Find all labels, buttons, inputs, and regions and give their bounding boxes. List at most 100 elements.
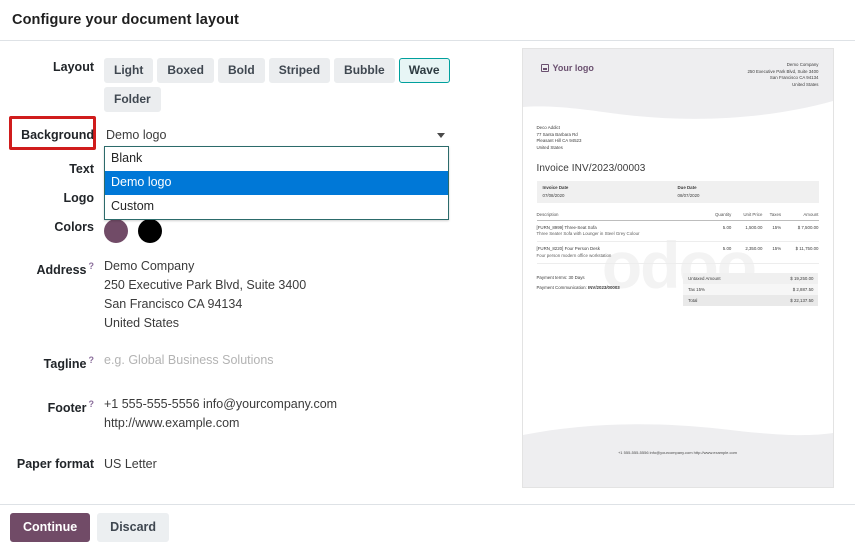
customer-address-line-2: 77 Santa Barbara Rd (536, 131, 578, 137)
total-row-total: Total $ 22,137.50 (683, 295, 819, 307)
line-item-taxes: 15% (762, 220, 782, 243)
preview-footer-text: +1 555-555-5556 info@yourcompany.com htt… (617, 450, 738, 455)
tagline-help-icon[interactable]: ? (89, 355, 95, 365)
total-label: Total (688, 298, 698, 304)
company-address-line-4: United States (792, 81, 819, 87)
address-line-2: 250 Executive Park Blvd, Suite 3400 (104, 278, 307, 292)
preview-logo: Your logo (540, 63, 594, 73)
preview-company-address: Demo Company 250 Executive Park Blvd, Su… (747, 62, 818, 88)
line-item-quantity: 5.00 (704, 220, 732, 243)
document-preview-pane: odoo Your logo Demo Company 250 Executiv… (500, 42, 855, 504)
table-row: [FURN_8220] Four Person Desk Four person… (536, 241, 819, 265)
line-item-description: [FURN_8999] Three-Seat Sofa Three Seater… (536, 220, 705, 243)
customer-address-line-1: Deco Addict (536, 125, 560, 130)
line-item-subdescription: Three Seater Sofa with Lounger in Steel … (536, 231, 640, 237)
footer-help-icon[interactable]: ? (89, 399, 95, 409)
color-swatch-secondary[interactable] (138, 219, 162, 243)
logo-label: Logo (63, 191, 94, 205)
address-value[interactable]: Demo Company 250 Executive Park Blvd, Su… (104, 257, 500, 333)
layout-option-striped[interactable]: Striped (268, 58, 331, 83)
table-row: [FURN_8999] Three-Seat Sofa Three Seater… (536, 220, 819, 243)
layout-settings-form: Layout Light Boxed Bold Striped Bubble W… (0, 42, 500, 504)
address-line-1: Demo Company (104, 259, 195, 273)
preview-line-items-table: Description Quantity Unit Price Taxes Am… (536, 211, 819, 265)
tagline-placeholder: e.g. Global Business Solutions (104, 353, 274, 367)
total-row-tax: Tax 15% $ 2,887.50 (683, 284, 819, 296)
form-row-layout: Layout Light Boxed Bold Striped Bubble W… (0, 58, 500, 112)
layout-option-bold[interactable]: Bold (218, 58, 265, 83)
layout-option-boxed[interactable]: Boxed (157, 58, 215, 83)
layout-option-wave[interactable]: Wave (398, 58, 450, 83)
background-option-demo-logo[interactable]: Demo logo (105, 171, 448, 195)
preview-invoice-title: Invoice INV/2023/00003 (536, 163, 646, 175)
color-swatch-primary[interactable] (104, 219, 128, 243)
due-date-label: Due Date (677, 185, 697, 191)
line-item-unit-price: 2,350.00 (731, 241, 763, 265)
preview-date-bar: Invoice Date 07/08/2020 Due Date 08/07/2… (536, 181, 819, 203)
image-icon (540, 64, 549, 72)
background-select-value: Demo logo (106, 128, 167, 142)
preview-invoice-date: Invoice Date 07/08/2020 (543, 185, 678, 198)
column-header-unit-price: Unit Price (731, 211, 763, 221)
form-row-footer: Footer? +1 555-555-5556 info@yourcompany… (0, 395, 500, 433)
footer-label: Footer? (0, 395, 104, 417)
table-header-row: Description Quantity Unit Price Taxes Am… (536, 211, 819, 221)
customer-address-line-3: Pleasant Hill CA 94523 (536, 138, 582, 144)
due-date-value: 08/07/2020 (677, 192, 700, 198)
dialog-footer: Continue Discard (0, 504, 855, 549)
layout-option-bubble[interactable]: Bubble (334, 58, 395, 83)
line-item-taxes: 15% (762, 241, 782, 265)
footer-line-1: +1 555-555-5556 info@yourcompany.com (104, 397, 338, 412)
tagline-label: Tagline? (0, 351, 104, 373)
preview-summary-area: Payment terms: 30 Days Payment Communica… (536, 273, 819, 307)
payment-communication-value: INV/2023/00003 (588, 285, 620, 291)
payment-terms-label: Payment terms: (536, 275, 568, 281)
tagline-label-text: Tagline (43, 357, 87, 372)
layout-options: Light Boxed Bold Striped Bubble Wave Fol… (104, 58, 500, 112)
address-help-icon[interactable]: ? (89, 261, 95, 271)
invoice-date-label: Invoice Date (542, 185, 569, 191)
line-item-description: [FURN_8220] Four Person Desk Four person… (536, 241, 705, 265)
form-row-colors: Colors (0, 218, 500, 243)
untaxed-amount-value: $ 19,250.00 (790, 276, 814, 282)
footer-line-2: http://www.example.com (104, 416, 240, 431)
line-item-amount: $ 7,500.00 (781, 220, 819, 243)
total-row-untaxed: Untaxed Amount $ 19,250.00 (683, 273, 819, 285)
continue-button[interactable]: Continue (10, 512, 91, 542)
layout-option-folder[interactable]: Folder (104, 87, 161, 112)
invoice-preview: odoo Your logo Demo Company 250 Executiv… (521, 48, 834, 488)
address-line-4: United States (104, 316, 180, 330)
preview-due-date: Due Date 08/07/2020 (678, 185, 813, 198)
background-select-wrapper: Demo logo Blank Demo logo Custom (104, 126, 449, 220)
line-item-unit-price: 1,500.00 (731, 220, 763, 243)
color-swatches (104, 218, 500, 243)
colors-label: Colors (54, 220, 94, 234)
line-item-quantity: 5.00 (704, 241, 732, 265)
preview-content: Deco Addict 77 Santa Barbara Rd Pleasant… (536, 125, 819, 307)
layout-option-light[interactable]: Light (104, 58, 154, 83)
footer-value[interactable]: +1 555-555-5556 info@yourcompany.com htt… (104, 395, 500, 433)
text-label: Text (69, 162, 94, 176)
form-row-background: Background Demo logo Blank Demo logo Cus… (0, 116, 500, 220)
page-title: Configure your document layout (12, 12, 239, 28)
tagline-input[interactable]: e.g. Global Business Solutions (104, 351, 500, 369)
customer-address-line-4: United States (536, 144, 563, 150)
discard-button[interactable]: Discard (97, 512, 170, 542)
background-label: Background (21, 128, 94, 142)
column-header-amount: Amount (781, 211, 819, 221)
line-item-amount: $ 11,750.00 (781, 241, 819, 265)
tax-value: $ 2,887.50 (792, 287, 814, 293)
column-header-quantity: Quantity (704, 211, 732, 221)
dialog-body: Layout Light Boxed Bold Striped Bubble W… (0, 42, 855, 504)
wave-header-decoration (522, 49, 833, 127)
paper-format-value[interactable]: US Letter (104, 455, 500, 473)
dialog-header: Configure your document layout (0, 0, 855, 41)
payment-terms-value: 30 Days (568, 275, 585, 281)
invoice-date-value: 07/08/2020 (542, 192, 565, 198)
background-option-blank[interactable]: Blank (105, 147, 448, 171)
background-dropdown-list[interactable]: Blank Demo logo Custom (104, 146, 449, 220)
chevron-down-icon[interactable] (437, 132, 445, 138)
background-option-custom[interactable]: Custom (105, 195, 448, 219)
preview-customer-address: Deco Addict 77 Santa Barbara Rd Pleasant… (537, 125, 819, 151)
preview-logo-text: Your logo (552, 63, 594, 73)
